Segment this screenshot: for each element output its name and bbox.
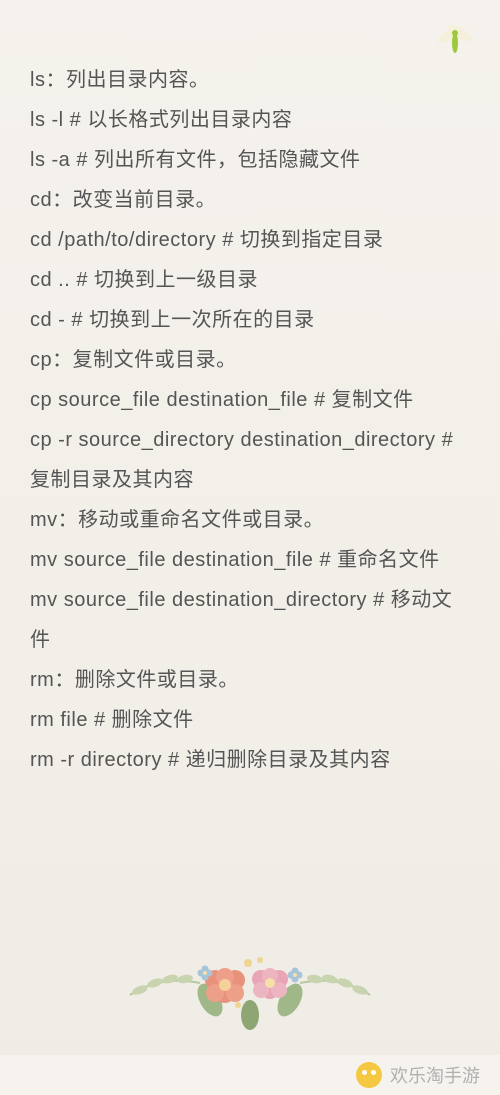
brand-icon xyxy=(356,1062,382,1088)
text-line: mv：移动或重命名文件或目录。 xyxy=(30,500,470,540)
text-line: rm -r directory # 递归删除目录及其内容 xyxy=(30,740,470,780)
text-line: cd /path/to/directory # 切换到指定目录 xyxy=(30,220,470,260)
text-line: mv source_file destination_file # 重命名文件 xyxy=(30,540,470,580)
dragonfly-icon xyxy=(430,15,480,65)
text-line: rm file # 删除文件 xyxy=(30,700,470,740)
text-line: mv source_file destination_directory # 移… xyxy=(30,580,470,660)
watermark-footer: 欢乐淘手游 xyxy=(0,1055,500,1095)
text-line: ls -l # 以长格式列出目录内容 xyxy=(30,100,470,140)
text-line: cd：改变当前目录。 xyxy=(30,180,470,220)
command-reference-text: ls：列出目录内容。 ls -l # 以长格式列出目录内容 ls -a # 列出… xyxy=(0,0,500,800)
text-line: rm：删除文件或目录。 xyxy=(30,660,470,700)
text-line: cp：复制文件或目录。 xyxy=(30,340,470,380)
text-line: cd .. # 切换到上一级目录 xyxy=(30,260,470,300)
text-line: cp source_file destination_file # 复制文件 xyxy=(30,380,470,420)
text-line: cd - # 切换到上一次所在的目录 xyxy=(30,300,470,340)
text-line: ls：列出目录内容。 xyxy=(30,60,470,100)
text-line: ls -a # 列出所有文件，包括隐藏文件 xyxy=(30,140,470,180)
flower-decoration xyxy=(110,925,390,1045)
text-line: cp -r source_directory destination_direc… xyxy=(30,420,470,500)
brand-text: 欢乐淘手游 xyxy=(390,1062,480,1088)
